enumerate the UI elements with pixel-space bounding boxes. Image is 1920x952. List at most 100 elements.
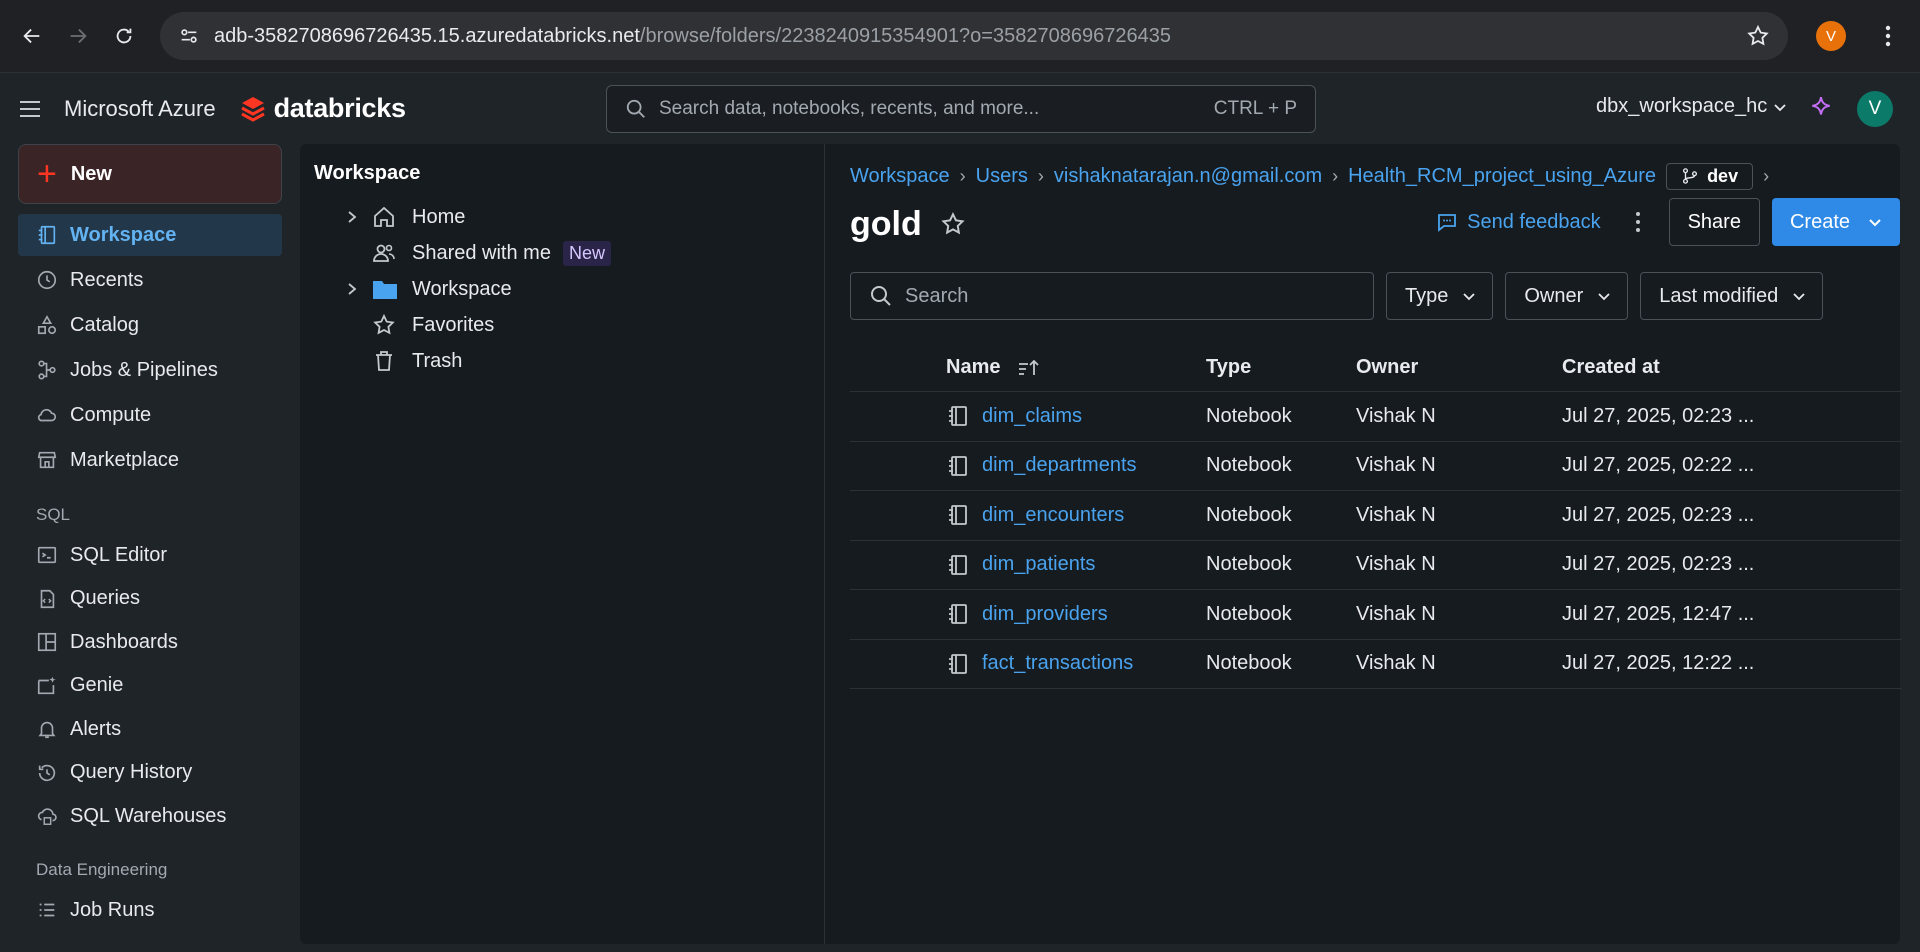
users-icon	[373, 244, 395, 262]
notebook-icon	[949, 604, 967, 625]
tree-item-trash[interactable]: Trash	[314, 343, 810, 379]
more-actions-button[interactable]	[1623, 211, 1653, 233]
workspace-tree: Workspace Home Shared with me New Worksp…	[300, 144, 825, 944]
cell-owner: Vishak N	[1356, 404, 1436, 427]
breadcrumb-separator: ›	[1763, 165, 1770, 186]
databricks-logo-icon	[240, 96, 265, 122]
browser-profile-avatar[interactable]: V	[1816, 21, 1846, 51]
sidebar-item-genie[interactable]: Genie	[18, 666, 282, 706]
favorite-star-icon[interactable]	[940, 211, 966, 237]
sidebar-item-compute[interactable]: Compute	[18, 394, 282, 436]
more-vertical-icon	[1635, 212, 1640, 232]
type-filter-dropdown[interactable]: Type	[1386, 272, 1494, 320]
tree-item-home[interactable]: Home	[314, 199, 810, 235]
create-button[interactable]: Create	[1771, 198, 1900, 246]
sidebar-item-recents[interactable]: Recents	[18, 259, 282, 301]
tree-item-shared-with-me[interactable]: Shared with me New	[314, 235, 810, 271]
sidebar-item-catalog[interactable]: Catalog	[18, 304, 282, 346]
sidebar-item-workspace[interactable]: Workspace	[18, 214, 282, 256]
home-icon	[374, 206, 394, 227]
sidebar-item-marketplace[interactable]: Marketplace	[18, 439, 282, 481]
notebook-icon	[949, 406, 967, 427]
column-header-created[interactable]: Created at	[1562, 356, 1902, 379]
table-row[interactable]: fact_transactions Notebook Vishak N Jul …	[850, 640, 1902, 689]
sidebar-item-label: Dashboards	[70, 630, 178, 653]
breadcrumb-project[interactable]: Health_RCM_project_using_Azure	[1348, 165, 1656, 188]
sidebar-item-alerts[interactable]: Alerts	[18, 709, 282, 749]
plus-icon: +	[37, 155, 57, 193]
sidebar-item-query-history[interactable]: Query History	[18, 753, 282, 793]
sidebar-item-dashboards[interactable]: Dashboards	[18, 622, 282, 662]
bookmark-star-icon[interactable]	[1746, 24, 1770, 48]
workspace-icon	[38, 225, 56, 245]
share-button[interactable]: Share	[1668, 198, 1760, 246]
send-feedback-label: Send feedback	[1467, 210, 1601, 233]
sidebar-item-label: SQL Warehouses	[70, 804, 227, 827]
table-row[interactable]: dim_claims Notebook Vishak N Jul 27, 202…	[850, 392, 1902, 442]
column-header-name-label: Name	[946, 356, 1001, 378]
sidebar-item-jobs-pipelines[interactable]: Jobs & Pipelines	[18, 349, 282, 391]
assistant-sparkle-icon[interactable]	[1808, 95, 1834, 121]
column-header-type[interactable]: Type	[1206, 356, 1356, 379]
new-button[interactable]: + New	[18, 144, 282, 204]
git-branch-button[interactable]: dev	[1666, 162, 1754, 190]
breadcrumb-users[interactable]: Users	[976, 165, 1028, 188]
type-filter-label: Type	[1405, 284, 1449, 307]
table-row[interactable]: dim_departments Notebook Vishak N Jul 27…	[850, 442, 1902, 491]
history-icon	[38, 764, 56, 781]
app-header: Microsoft Azure databricks Search data, …	[0, 72, 1920, 144]
sidebar-item-label: Job Runs	[70, 898, 155, 921]
folder-search-input[interactable]: Search	[850, 272, 1374, 320]
back-button[interactable]	[12, 16, 52, 56]
user-avatar[interactable]: V	[1857, 91, 1893, 127]
hamburger-menu-icon[interactable]	[18, 99, 42, 119]
tree-item-favorites[interactable]: Favorites	[314, 307, 810, 343]
chevron-down-icon	[1793, 293, 1805, 301]
notebook-link[interactable]: dim_claims	[982, 405, 1082, 428]
column-header-owner[interactable]: Owner	[1356, 356, 1562, 379]
column-header-name[interactable]: Name	[850, 356, 1206, 379]
notebook-link[interactable]: dim_encounters	[982, 504, 1124, 527]
site-info-icon[interactable]	[178, 25, 200, 47]
chevron-right-icon[interactable]	[346, 282, 358, 296]
global-search-input[interactable]: Search data, notebooks, recents, and mor…	[606, 85, 1316, 133]
brand-name: Microsoft Azure	[64, 95, 216, 121]
databricks-logo[interactable]: databricks	[240, 93, 406, 124]
address-bar[interactable]: adb-3582708696726435.15.azuredatabricks.…	[160, 12, 1788, 60]
table-row[interactable]: dim_encounters Notebook Vishak N Jul 27,…	[850, 491, 1902, 541]
search-icon	[626, 99, 645, 118]
reload-button[interactable]	[104, 16, 144, 56]
table-row[interactable]: dim_providers Notebook Vishak N Jul 27, …	[850, 590, 1902, 640]
sidebar-item-sql-editor[interactable]: SQL Editor	[18, 535, 282, 575]
folder-icon	[373, 281, 397, 299]
sidebar-item-label: Recents	[70, 268, 144, 291]
clock-icon	[37, 270, 57, 290]
sidebar-item-job-runs[interactable]: Job Runs	[18, 890, 282, 930]
jobs-icon	[38, 360, 56, 380]
star-icon	[373, 313, 395, 335]
owner-filter-dropdown[interactable]: Owner	[1505, 272, 1629, 320]
breadcrumb-user-email[interactable]: vishaknatarajan.n@gmail.com	[1054, 165, 1322, 188]
notebook-link[interactable]: dim_patients	[982, 553, 1095, 576]
browser-menu-button[interactable]	[1868, 16, 1908, 56]
send-feedback-link[interactable]: Send feedback	[1435, 210, 1601, 234]
tree-item-workspace[interactable]: Workspace	[314, 271, 810, 307]
git-branch-icon	[1683, 168, 1698, 184]
cell-owner: Vishak N	[1356, 652, 1436, 675]
sidebar-item-queries[interactable]: Queries	[18, 579, 282, 619]
table-row[interactable]: dim_patients Notebook Vishak N Jul 27, 2…	[850, 541, 1902, 590]
breadcrumb-workspace[interactable]: Workspace	[850, 165, 950, 188]
chevron-right-icon[interactable]	[346, 210, 358, 224]
cell-type: Notebook	[1206, 652, 1292, 675]
notebook-link[interactable]: dim_departments	[982, 454, 1137, 477]
notebook-link[interactable]: dim_providers	[982, 603, 1108, 626]
workspace-switcher[interactable]: dbx_workspace_hc	[1596, 95, 1787, 118]
databricks-logo-text: databricks	[273, 93, 406, 123]
last-modified-filter-dropdown[interactable]: Last modified	[1640, 272, 1824, 320]
notebook-link[interactable]: fact_transactions	[982, 652, 1133, 675]
sort-ascending-icon[interactable]	[1018, 358, 1040, 378]
url-host: adb-3582708696726435.15.azuredatabricks.…	[214, 24, 640, 47]
sidebar-item-sql-warehouses[interactable]: SQL Warehouses	[18, 796, 282, 836]
forward-button[interactable]	[58, 16, 98, 56]
sidebar-item-label: Compute	[70, 403, 152, 426]
